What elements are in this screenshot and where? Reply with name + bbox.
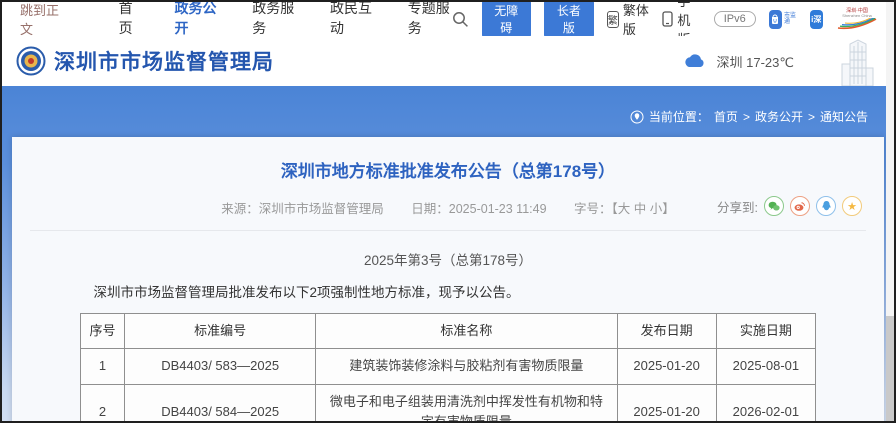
- share-qq-icon[interactable]: [816, 196, 836, 216]
- nav-item-gov-disclosure[interactable]: 政务公开: [175, 0, 219, 40]
- cell-publish-date: 2025-01-20: [617, 349, 716, 384]
- cell-standard-code: DB4403/ 583—2025: [125, 349, 316, 384]
- article-source: 来源：深圳市市场监督管理局: [221, 202, 384, 216]
- cell-standard-name: 微电子和电子组装用清洗剂中挥发性有机物和特定有害物质限量: [316, 384, 617, 423]
- breadcrumb-separator: >: [808, 110, 815, 124]
- breadcrumb-prefix: 当前位置：: [649, 108, 709, 125]
- article-title: 深圳市地方标准批准发布公告（总第178号）: [80, 137, 816, 182]
- location-pin-icon: [630, 110, 644, 124]
- share-weibo-icon[interactable]: [790, 196, 810, 216]
- col-header-index: 序号: [81, 314, 125, 349]
- standards-table: 序号 标准编号 标准名称 发布日期 实施日期 1 DB4403/ 583—202…: [80, 313, 816, 423]
- col-header-effective-date: 实施日期: [716, 314, 815, 349]
- market-app-badge[interactable]: 市监通: [769, 10, 797, 29]
- traditional-chinese-link[interactable]: 繁 繁体版: [607, 0, 650, 38]
- market-app-icon: [769, 10, 782, 29]
- site-title: 深圳市市场监督管理局: [54, 46, 274, 76]
- table-row: 1 DB4403/ 583—2025 建筑装饰装修涂料与胶粘剂有害物质限量 20…: [81, 349, 816, 384]
- table-header-row: 序号 标准编号 标准名称 发布日期 实施日期: [81, 314, 816, 349]
- scrollbar-thumb[interactable]: [886, 316, 894, 421]
- rainbow-swoosh-icon: [836, 18, 878, 30]
- article-date: 日期：2025-01-23 11:49: [411, 202, 546, 216]
- breadcrumb-home[interactable]: 首页: [714, 108, 738, 125]
- breadcrumb-separator: >: [743, 110, 750, 124]
- breadcrumb-gov-disclosure[interactable]: 政务公开: [755, 108, 803, 125]
- ishenzhen-app-icon[interactable]: i深: [810, 10, 824, 29]
- agency-emblem-icon: [16, 46, 46, 76]
- col-header-publish-date: 发布日期: [617, 314, 716, 349]
- cloud-icon: [683, 54, 707, 68]
- share-bar: 分享到: ★: [717, 196, 862, 216]
- ipv6-badge[interactable]: IPv6: [714, 11, 756, 27]
- fontsize-control[interactable]: 字号：【大 中 小】: [574, 202, 675, 216]
- building-sketch: [832, 38, 880, 93]
- share-wechat-icon[interactable]: [764, 196, 784, 216]
- nav-item-gov-services[interactable]: 政务服务: [252, 0, 296, 40]
- cell-index: 2: [81, 384, 125, 423]
- share-label: 分享到:: [717, 197, 758, 216]
- search-icon[interactable]: [452, 11, 469, 28]
- breadcrumb-notices[interactable]: 通知公告: [820, 108, 868, 125]
- elder-version-button[interactable]: 长者版: [544, 0, 594, 39]
- nav-item-special-topics[interactable]: 专题服务: [408, 0, 452, 40]
- article-meta: 来源：深圳市市场监督管理局 日期：2025-01-23 11:49 字号：【大 …: [80, 198, 816, 218]
- shenzhen-city-logo: 深圳·中国 Shenzhen China: [836, 8, 878, 30]
- col-header-standard-code: 标准编号: [125, 314, 316, 349]
- cell-standard-name: 建筑装饰装修涂料与胶粘剂有害物质限量: [316, 349, 617, 384]
- page-banner: 当前位置： 首页 > 政务公开 > 通知公告 深圳市地方标准批准发布公告（总第1…: [2, 86, 894, 423]
- skip-to-content-link[interactable]: 跳到正文: [20, 0, 65, 38]
- cell-index: 1: [81, 349, 125, 384]
- share-favorite-icon[interactable]: ★: [842, 196, 862, 216]
- col-header-standard-name: 标准名称: [316, 314, 617, 349]
- nav-item-interaction[interactable]: 政民互动: [330, 0, 374, 40]
- cell-effective-date: 2025-08-01: [716, 349, 815, 384]
- accessibility-button[interactable]: 无障碍: [482, 0, 532, 39]
- breadcrumb: 当前位置： 首页 > 政务公开 > 通知公告: [2, 86, 894, 125]
- traditional-icon: 繁: [607, 11, 619, 28]
- nav-item-home[interactable]: 首页: [119, 0, 141, 40]
- main-nav: 首页 政务公开 政务服务 政民互动 专题服务: [119, 0, 452, 40]
- divider: [30, 230, 866, 231]
- top-utility-bar: 跳到正文 首页 政务公开 政务服务 政民互动 专题服务 无障碍 长者版 繁 繁体…: [2, 2, 894, 36]
- site-header: 深圳市市场监督管理局 深圳 17-23℃: [2, 36, 894, 86]
- article-paragraph: 深圳市市场监督管理局批准发布以下2项强制性地方标准，现予以公告。: [80, 283, 816, 303]
- site-brand[interactable]: 深圳市市场监督管理局: [16, 46, 274, 76]
- market-app-label: 市监通: [784, 13, 797, 25]
- document-number: 2025年第3号（总第178号）: [80, 249, 816, 269]
- phone-icon: [662, 11, 673, 27]
- cell-publish-date: 2025-01-20: [617, 384, 716, 423]
- table-row: 2 DB4403/ 584—2025 微电子和电子组装用清洗剂中挥发性有机物和特…: [81, 384, 816, 423]
- weather-widget: 深圳 17-23℃: [683, 52, 794, 71]
- vertical-scrollbar[interactable]: [886, 2, 894, 421]
- cell-standard-code: DB4403/ 584—2025: [125, 384, 316, 423]
- cell-effective-date: 2026-02-01: [716, 384, 815, 423]
- browser-page: 跳到正文 首页 政务公开 政务服务 政民互动 专题服务 无障碍 长者版 繁 繁体…: [0, 0, 896, 423]
- article-card: 深圳市地方标准批准发布公告（总第178号） 来源：深圳市市场监督管理局 日期：2…: [12, 137, 884, 423]
- weather-text: 深圳 17-23℃: [717, 52, 794, 71]
